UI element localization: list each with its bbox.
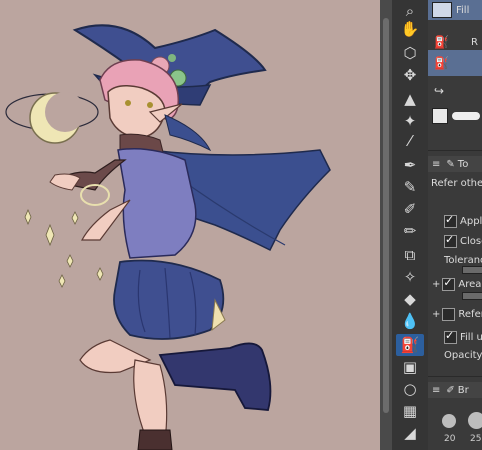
opacity-option: Opacity [428,348,482,362]
stroke-preview [452,112,480,120]
shape-icon[interactable]: ○ [396,378,424,400]
brush-size-25[interactable] [468,412,482,429]
decoration-icon[interactable]: ✧ [396,266,424,288]
tolerance-slider[interactable] [462,266,482,274]
brush-size-20[interactable] [442,414,456,428]
hand-icon[interactable]: ✋ [396,18,424,40]
move-icon[interactable]: ✥ [396,64,424,86]
close-label: Close [460,235,482,247]
ruler-icon[interactable]: ◢ [396,422,424,444]
area-slider[interactable] [462,292,482,300]
layer-thumbnail [432,108,448,124]
panel-title: Br [457,384,469,396]
eraser-icon[interactable]: ◆ [396,288,424,310]
fill-up-option[interactable]: Fill up [428,329,482,344]
canvas-scrollbar[interactable] [380,0,392,450]
layer-thumbnail [432,2,452,18]
fill-layer-icon: ⛽ [434,56,449,70]
apply-option[interactable]: Apply [428,213,482,228]
tolerance-option: Toleranc [428,253,482,267]
menu-icon: ≡ [432,158,441,170]
gradient-icon[interactable]: ▣ [396,356,424,378]
magic-wand-icon[interactable]: ✦ [396,110,424,132]
area-option[interactable]: + Area [428,276,482,291]
fill-up-checkbox[interactable] [444,329,457,344]
pen-icon[interactable]: ✒ [396,154,424,176]
refer-option[interactable]: + Refer [428,307,482,321]
marker-icon[interactable]: ✏ [396,220,424,242]
auto-select-icon[interactable]: ▲ [396,88,424,110]
expand-icon[interactable]: + [432,279,440,290]
apply-label: Apply [460,215,482,227]
layer-name: R [470,36,478,48]
opacity-label: Opacity [444,349,482,361]
refer-checkbox[interactable] [442,307,456,321]
tool-bar: ⌕ ✋ ⬡ ✥ ▲ ✦ ⁄ ✒ ✎ ✐ ✏ ⧉ ✧ ◆ 💧 ⛽ ▣ ○ ▦ ◢ [392,0,428,450]
refer-label: Refer other l [431,177,482,189]
layer-row[interactable] [428,104,482,128]
fill-layer-icon: ⛽ [434,35,449,49]
layer-icon: ↪ [434,84,445,98]
frame-icon[interactable]: ▦ [396,400,424,422]
refer-label: Refer [458,308,482,320]
apply-checkbox[interactable] [444,213,457,228]
fill-icon[interactable]: ⛽ [396,334,424,356]
drawing-canvas[interactable] [0,0,380,450]
area-checkbox[interactable] [442,276,456,291]
brush-tool-icon: ✎ [446,158,455,170]
witch-illustration [5,24,331,450]
pencil-icon[interactable]: ✎ [396,176,424,198]
brush-size-header[interactable]: ≡ ✐ Br [428,382,482,398]
airbrush-icon[interactable]: ⧉ [396,244,424,266]
refer-other-layer: Refer other l [428,176,482,190]
tolerance-label: Toleranc [444,254,482,266]
object-cube-icon[interactable]: ⬡ [396,42,424,64]
layer-row-fill[interactable]: Fill [428,0,482,20]
brush-icon[interactable]: ✐ [396,198,424,220]
expand-icon[interactable]: + [432,309,440,320]
tool-property-header[interactable]: ≡ ✎ To [428,156,482,172]
layer-name: Fill [456,4,470,16]
brush-size-label: 25 [470,434,482,444]
brush-size-label: 20 [444,434,456,444]
brush-icon: ✐ [446,384,455,396]
close-checkbox[interactable] [444,233,457,248]
layer-row-selected[interactable]: ⛽ [428,50,482,76]
fill-up-label: Fill up [460,331,482,343]
panel-title: To [457,158,469,170]
right-panel: Fill ⛽ R ⛽ ↪ ≡ ✎ To Refer other l Apply … [428,0,482,450]
scrollbar-thumb[interactable] [383,18,389,413]
layer-row[interactable]: ↪ [428,80,482,102]
blend-icon[interactable]: 💧 [396,310,424,332]
close-option[interactable]: Close [428,233,482,248]
eyedropper-icon[interactable]: ⁄ [396,130,424,152]
menu-icon: ≡ [432,384,441,396]
area-label: Area [458,278,482,290]
